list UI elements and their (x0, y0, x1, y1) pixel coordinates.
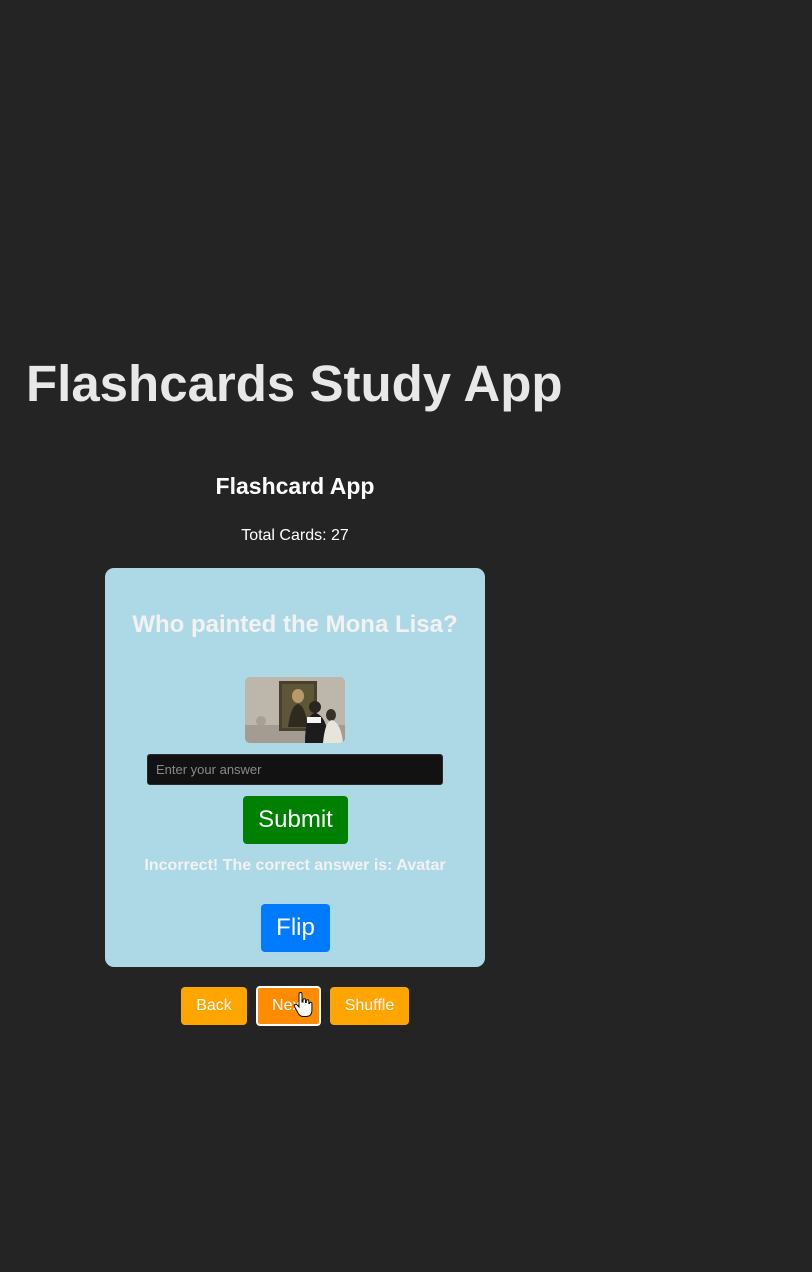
hand-pointer-icon (293, 992, 313, 1017)
mona-lisa-photo (245, 677, 345, 743)
answer-input[interactable] (147, 754, 443, 785)
answer-feedback: Incorrect! The correct answer is: Avatar (144, 857, 446, 874)
submit-button[interactable]: Submit (243, 796, 348, 844)
back-button[interactable]: Back (181, 987, 247, 1025)
app-subtitle: Flashcard App (215, 473, 375, 499)
total-cards-count: Total Cards: 27 (241, 527, 349, 544)
shuffle-button[interactable]: Shuffle (330, 987, 409, 1025)
page-title: Flashcards Study App (26, 355, 563, 412)
card-question: Who painted the Mona Lisa? (132, 611, 458, 638)
page: Flashcards Study App Flashcard App Total… (0, 0, 812, 1272)
flip-button[interactable]: Flip (261, 904, 330, 952)
card-image (245, 677, 345, 743)
